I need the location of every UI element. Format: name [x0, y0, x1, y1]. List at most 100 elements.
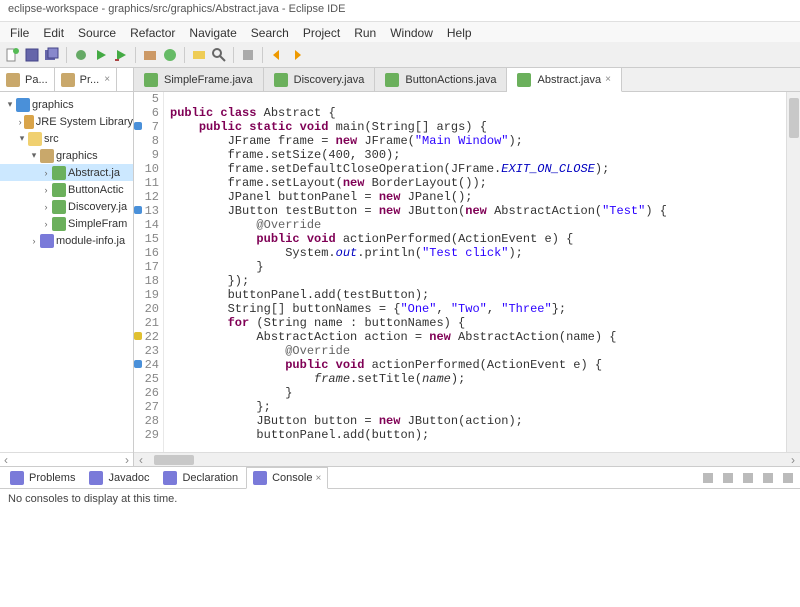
code-line[interactable]: JButton testButton = new JButton(new Abs… — [170, 204, 786, 218]
line-number[interactable]: 27 — [134, 400, 159, 414]
menu-window[interactable]: Window — [384, 24, 439, 40]
code-line[interactable]: buttonPanel.add(button); — [170, 428, 786, 442]
code-line[interactable]: public void actionPerformed(ActionEvent … — [170, 232, 786, 246]
line-number[interactable]: 7 — [134, 120, 159, 134]
scroll-right-icon[interactable]: › — [786, 453, 800, 467]
scroll-left-icon[interactable]: ‹ — [4, 453, 8, 467]
scroll-thumb[interactable] — [789, 98, 799, 138]
pin-icon[interactable] — [700, 470, 716, 486]
line-number[interactable]: 23 — [134, 344, 159, 358]
menu-help[interactable]: Help — [441, 24, 478, 40]
scroll-right-icon[interactable]: › — [125, 453, 129, 467]
scroll-left-icon[interactable]: ‹ — [134, 453, 148, 467]
code-line[interactable]: buttonPanel.add(testButton); — [170, 288, 786, 302]
bottom-tab-javadoc[interactable]: Javadoc — [83, 468, 155, 488]
tree-twisty-icon[interactable]: ▾ — [4, 99, 16, 110]
code-content[interactable]: public class Abstract { public static vo… — [164, 92, 786, 452]
line-number[interactable]: 13 — [134, 204, 159, 218]
package-explorer-tree[interactable]: ▾graphics›JRE System Library▾src▾graphic… — [0, 92, 133, 452]
line-number[interactable]: 28 — [134, 414, 159, 428]
line-number[interactable]: 10 — [134, 162, 159, 176]
tree-item[interactable]: ›module-info.ja — [0, 232, 133, 249]
line-number[interactable]: 20 — [134, 302, 159, 316]
code-line[interactable]: AbstractAction action = new AbstractActi… — [170, 330, 786, 344]
new-package-icon[interactable] — [142, 47, 158, 63]
code-line[interactable]: @Override — [170, 344, 786, 358]
line-number[interactable]: 5 — [134, 92, 159, 106]
line-number[interactable]: 16 — [134, 246, 159, 260]
line-number[interactable]: 26 — [134, 386, 159, 400]
line-number-gutter[interactable]: 5678910111213141516171819202122232425262… — [134, 92, 164, 452]
menu-run[interactable]: Run — [348, 24, 382, 40]
sidebar-tab[interactable]: Pr...× — [55, 68, 117, 91]
code-line[interactable]: frame.setLayout(new BorderLayout()); — [170, 176, 786, 190]
scroll-thumb[interactable] — [154, 455, 194, 465]
open-type-icon[interactable] — [191, 47, 207, 63]
editor-tab[interactable]: Abstract.java× — [507, 68, 621, 92]
tree-item[interactable]: ›Abstract.ja — [0, 164, 133, 181]
code-line[interactable]: }; — [170, 400, 786, 414]
code-line[interactable]: }); — [170, 274, 786, 288]
menu-file[interactable]: File — [4, 24, 35, 40]
tree-twisty-icon[interactable]: › — [40, 185, 52, 195]
menu-source[interactable]: Source — [72, 24, 122, 40]
back-icon[interactable] — [269, 47, 285, 63]
code-line[interactable]: for (String name : buttonNames) { — [170, 316, 786, 330]
close-icon[interactable]: × — [315, 473, 321, 484]
line-number[interactable]: 24 — [134, 358, 159, 372]
bottom-tab-console[interactable]: Console× — [246, 467, 328, 489]
code-line[interactable]: JFrame frame = new JFrame("Main Window")… — [170, 134, 786, 148]
save-all-icon[interactable] — [44, 47, 60, 63]
line-number[interactable]: 17 — [134, 260, 159, 274]
open-console-icon[interactable] — [740, 470, 756, 486]
bottom-tab-problems[interactable]: Problems — [4, 468, 81, 488]
new-icon[interactable] — [4, 47, 20, 63]
tree-item[interactable]: ›SimpleFram — [0, 215, 133, 232]
editor-tab[interactable]: SimpleFrame.java — [134, 68, 264, 91]
code-line[interactable]: @Override — [170, 218, 786, 232]
line-number[interactable]: 21 — [134, 316, 159, 330]
close-icon[interactable]: × — [104, 74, 110, 85]
tree-item[interactable]: ›JRE System Library — [0, 113, 133, 130]
tree-item[interactable]: ▾graphics — [0, 96, 133, 113]
code-line[interactable]: public void actionPerformed(ActionEvent … — [170, 358, 786, 372]
run-last-icon[interactable] — [113, 47, 129, 63]
line-number[interactable]: 15 — [134, 232, 159, 246]
minimize-icon[interactable] — [760, 470, 776, 486]
tree-twisty-icon[interactable]: › — [16, 117, 24, 127]
tree-twisty-icon[interactable]: › — [40, 168, 52, 178]
tree-item[interactable]: ›Discovery.ja — [0, 198, 133, 215]
menu-refactor[interactable]: Refactor — [124, 24, 181, 40]
menu-search[interactable]: Search — [245, 24, 295, 40]
code-line[interactable]: frame.setSize(400, 300); — [170, 148, 786, 162]
close-icon[interactable]: × — [605, 74, 611, 85]
tree-twisty-icon[interactable]: › — [40, 202, 52, 212]
menu-edit[interactable]: Edit — [37, 24, 70, 40]
editor-hscroll[interactable]: ‹ › — [134, 452, 800, 466]
code-line[interactable]: System.out.println("Test click"); — [170, 246, 786, 260]
tree-twisty-icon[interactable]: ▾ — [28, 150, 40, 161]
display-icon[interactable] — [720, 470, 736, 486]
line-number[interactable]: 8 — [134, 134, 159, 148]
tree-item[interactable]: ▾src — [0, 130, 133, 147]
line-number[interactable]: 6 — [134, 106, 159, 120]
sidebar-hscroll[interactable]: ‹ › — [0, 452, 133, 466]
code-line[interactable]: public static void main(String[] args) { — [170, 120, 786, 134]
code-line[interactable]: frame.setTitle(name); — [170, 372, 786, 386]
line-number[interactable]: 18 — [134, 274, 159, 288]
code-line[interactable]: } — [170, 386, 786, 400]
new-class-icon[interactable] — [162, 47, 178, 63]
menu-project[interactable]: Project — [297, 24, 346, 40]
editor-tab[interactable]: Discovery.java — [264, 68, 376, 91]
code-line[interactable]: public class Abstract { — [170, 106, 786, 120]
code-line[interactable]: frame.setDefaultCloseOperation(JFrame.EX… — [170, 162, 786, 176]
editor-vscroll[interactable] — [786, 92, 800, 452]
code-line[interactable]: } — [170, 260, 786, 274]
debug-icon[interactable] — [73, 47, 89, 63]
menu-navigate[interactable]: Navigate — [183, 24, 242, 40]
bottom-tab-declaration[interactable]: Declaration — [157, 468, 244, 488]
line-number[interactable]: 19 — [134, 288, 159, 302]
maximize-icon[interactable] — [780, 470, 796, 486]
search-icon[interactable] — [211, 47, 227, 63]
forward-icon[interactable] — [289, 47, 305, 63]
